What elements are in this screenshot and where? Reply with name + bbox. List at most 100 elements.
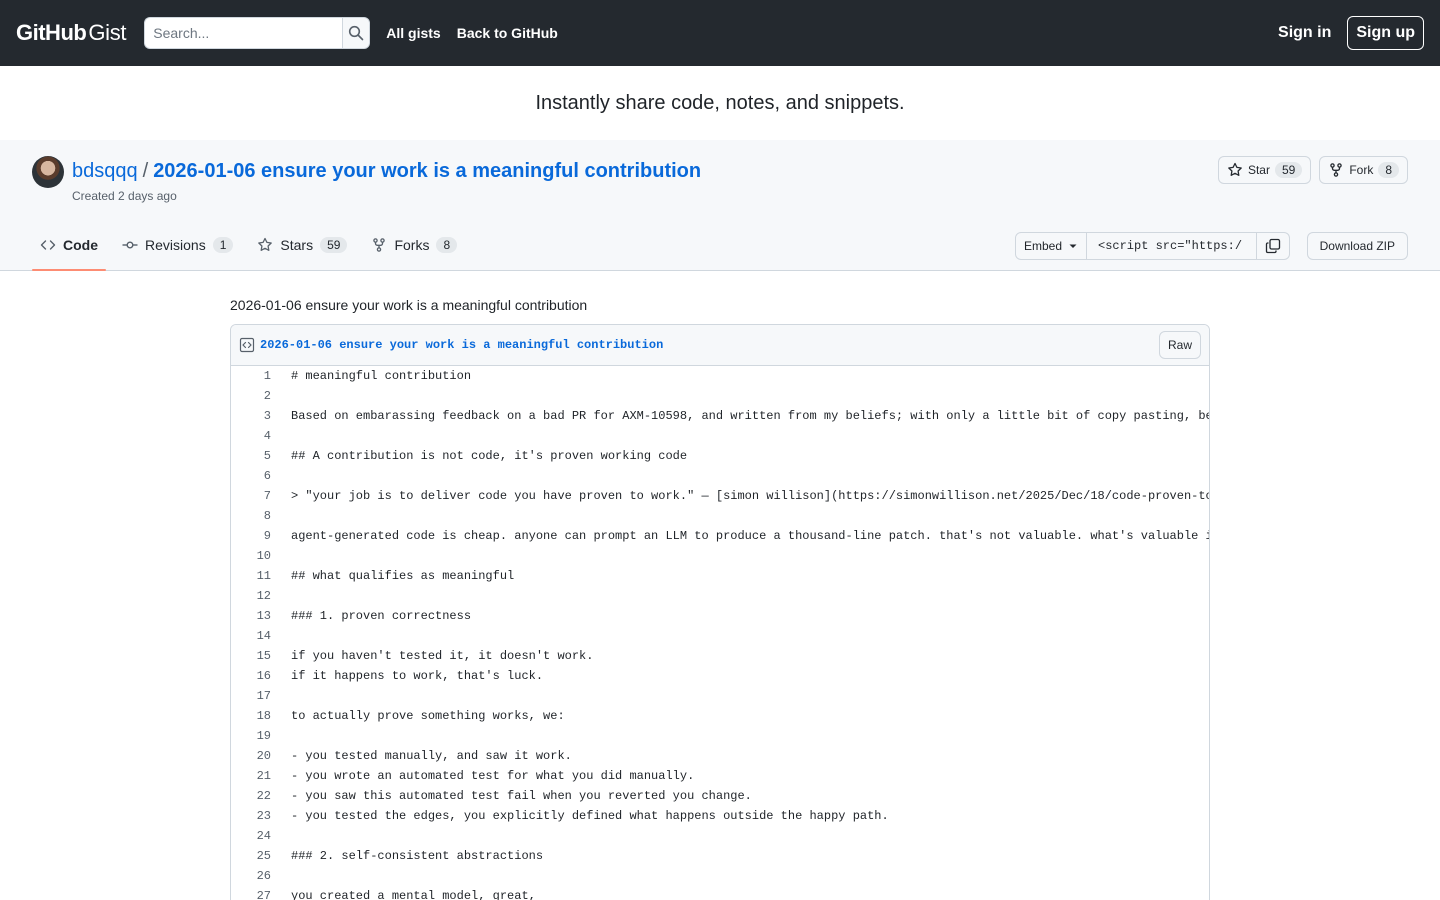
line-content: Based on embarassing feedback on a bad P…	[291, 409, 1209, 423]
line-number[interactable]: 22	[231, 786, 281, 806]
fork-button[interactable]: Fork 8	[1319, 156, 1408, 184]
code-line: 15 if you haven't tested it, it doesn't w…	[231, 646, 1209, 666]
line-number[interactable]: 4	[231, 426, 281, 446]
search-icon	[348, 25, 364, 41]
gist-tabs: Code Revisions 1 Stars 59 Forks 8	[32, 220, 473, 271]
line-number[interactable]: 16	[231, 666, 281, 686]
line-content	[281, 826, 291, 846]
gist-name-link[interactable]: 2026-01-06 ensure your work is a meaning…	[153, 156, 701, 186]
top-links: All gists Back to GitHub	[386, 25, 558, 41]
code-line: 2	[231, 386, 1209, 406]
owner-link[interactable]: bdsqqq	[72, 156, 138, 186]
code-line: 22 - you saw this automated test fail whe…	[231, 786, 1209, 806]
code-line: 7 > "your job is to deliver code you have…	[231, 486, 1209, 506]
line-number[interactable]: 12	[231, 586, 281, 606]
path-separator: /	[142, 160, 149, 182]
line-number[interactable]: 11	[231, 566, 281, 586]
line-number[interactable]: 18	[231, 706, 281, 726]
tab-forks[interactable]: Forks 8	[363, 220, 465, 270]
line-content: # meaningful contribution	[291, 369, 472, 383]
star-icon	[1227, 162, 1243, 178]
line-content	[281, 386, 291, 406]
search-button[interactable]	[342, 17, 371, 49]
back-to-github-link[interactable]: Back to GitHub	[457, 25, 558, 41]
all-gists-link[interactable]: All gists	[386, 25, 440, 41]
line-number[interactable]: 25	[231, 846, 281, 866]
line-content	[281, 626, 291, 646]
logo-github-text: GitHub	[16, 20, 87, 45]
file-name-link[interactable]: 2026-01-06 ensure your work is a meaning…	[260, 338, 663, 352]
code-line: 8	[231, 506, 1209, 526]
stars-count: 59	[320, 237, 348, 253]
embed-group: Embed	[1014, 232, 1290, 260]
tab-stars[interactable]: Stars 59	[249, 220, 355, 270]
line-content: ### 2. self-consistent abstractions	[291, 849, 544, 863]
line-number[interactable]: 19	[231, 726, 281, 746]
line-number[interactable]: 5	[231, 446, 281, 466]
tagline: Instantly share code, notes, and snippet…	[535, 91, 905, 114]
line-number[interactable]: 13	[231, 606, 281, 626]
line-number[interactable]: 20	[231, 746, 281, 766]
line-content: - you tested manually, and saw it work.	[291, 749, 572, 763]
copy-icon	[1265, 238, 1281, 254]
embed-code-input[interactable]	[1087, 232, 1257, 260]
code-line: 13 ### 1. proven correctness	[231, 606, 1209, 626]
file-code-icon	[239, 337, 255, 353]
gist-title: bdsqqq / 2026-01-06 ensure your work is …	[72, 156, 701, 186]
sign-in-link[interactable]: Sign in	[1278, 24, 1331, 42]
line-number[interactable]: 2	[231, 386, 281, 406]
code-line: 16 if it happens to work, that's luck.	[231, 666, 1209, 686]
line-number[interactable]: 21	[231, 766, 281, 786]
copy-button[interactable]	[1257, 232, 1290, 260]
raw-button[interactable]: Raw	[1158, 331, 1201, 359]
line-number[interactable]: 23	[231, 806, 281, 826]
download-zip-button[interactable]: Download ZIP	[1306, 232, 1408, 260]
code-line: 20 - you tested manually, and saw it work…	[231, 746, 1209, 766]
line-number[interactable]: 27	[231, 886, 281, 900]
line-content: agent-generated code is cheap. anyone ca…	[291, 529, 1209, 543]
code-view: 1 # meaningful contribution 2 3 Based on emb…	[231, 366, 1209, 900]
line-number[interactable]: 24	[231, 826, 281, 846]
line-number[interactable]: 8	[231, 506, 281, 526]
code-line: 23 - you tested the edges, you explicitly…	[231, 806, 1209, 826]
gist-header: bdsqqq / 2026-01-06 ensure your work is …	[0, 140, 1440, 271]
star-label: Star	[1247, 163, 1270, 177]
auth-actions: Sign in Sign up	[1278, 16, 1424, 50]
fork-icon	[371, 237, 387, 253]
commit-icon	[122, 237, 138, 253]
avatar[interactable]	[32, 156, 64, 188]
code-line: 9 agent-generated code is cheap. anyone c…	[231, 526, 1209, 546]
sign-up-button[interactable]: Sign up	[1347, 16, 1424, 50]
line-content	[281, 866, 291, 886]
search-input[interactable]	[144, 17, 343, 49]
line-number[interactable]: 7	[231, 486, 281, 506]
github-gist-logo[interactable]: GitHub Gist	[16, 20, 127, 46]
line-number[interactable]: 1	[231, 366, 281, 386]
line-content: - you saw this automated test fail when …	[291, 789, 752, 803]
line-number[interactable]: 17	[231, 686, 281, 706]
line-content: ## what qualifies as meaningful	[291, 569, 515, 583]
line-content: ## A contribution is not code, it's prov…	[291, 449, 688, 463]
tab-code[interactable]: Code	[32, 220, 106, 271]
star-button[interactable]: Star 59	[1217, 156, 1312, 184]
line-number[interactable]: 14	[231, 626, 281, 646]
code-line: 4	[231, 426, 1209, 446]
fork-count: 8	[1378, 162, 1399, 178]
line-content: to actually prove something works, we:	[291, 709, 565, 723]
embed-select[interactable]: Embed	[1014, 232, 1087, 260]
line-content: if you haven't tested it, it doesn't wor…	[291, 649, 594, 663]
line-number[interactable]: 6	[231, 466, 281, 486]
logo-gist-text: Gist	[88, 20, 127, 45]
revisions-count: 1	[212, 237, 234, 253]
line-number[interactable]: 10	[231, 546, 281, 566]
tab-revisions[interactable]: Revisions 1	[114, 220, 241, 270]
created-timestamp: Created 2 days ago	[72, 189, 177, 203]
line-number[interactable]: 3	[231, 406, 281, 426]
code-line: 27 you created a mental model, great,	[231, 886, 1209, 900]
line-number[interactable]: 9	[231, 526, 281, 546]
line-content: > "your job is to deliver code you have …	[291, 489, 1209, 503]
code-line: 25 ### 2. self-consistent abstractions	[231, 846, 1209, 866]
line-number[interactable]: 15	[231, 646, 281, 666]
gist-description: 2026-01-06 ensure your work is a meaning…	[230, 297, 588, 313]
line-number[interactable]: 26	[231, 866, 281, 886]
